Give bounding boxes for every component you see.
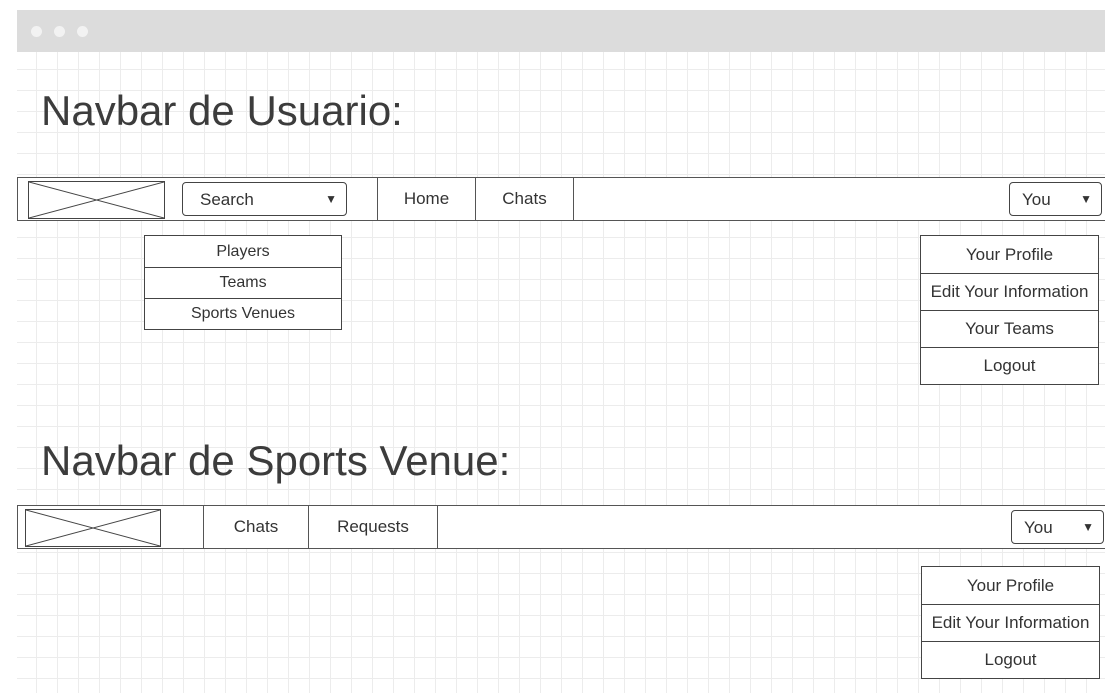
- nav-item-chats[interactable]: Chats: [475, 178, 574, 220]
- caret-down-icon: ▼: [1080, 192, 1092, 206]
- caret-down-icon: ▼: [1082, 520, 1094, 534]
- user-navbar: Search ▼ Home Chats You ▼: [17, 177, 1105, 221]
- menu-item-your-teams[interactable]: Your Teams: [921, 310, 1098, 347]
- window-dot-icon[interactable]: [31, 26, 42, 37]
- menu-item-sports-venues[interactable]: Sports Venues: [145, 298, 341, 329]
- search-menu: Players Teams Sports Venues: [144, 235, 342, 330]
- you-dropdown-label: You: [1024, 518, 1053, 537]
- you-dropdown[interactable]: You ▼: [1009, 182, 1102, 216]
- menu-item-teams[interactable]: Teams: [145, 267, 341, 298]
- menu-item-logout[interactable]: Logout: [921, 347, 1098, 384]
- you-menu: Your Profile Edit Your Information Your …: [920, 235, 1099, 385]
- window-dot-icon[interactable]: [77, 26, 88, 37]
- window-dot-icon[interactable]: [54, 26, 65, 37]
- search-dropdown[interactable]: Search ▼: [182, 182, 347, 216]
- caret-down-icon: ▼: [325, 192, 337, 206]
- search-dropdown-label: Search: [200, 190, 254, 209]
- user-navbar-heading: Navbar de Usuario:: [41, 87, 403, 134]
- venue-navbar: Chats Requests You ▼: [17, 505, 1105, 549]
- logo-placeholder-icon[interactable]: [25, 509, 161, 547]
- menu-item-edit-your-information[interactable]: Edit Your Information: [922, 604, 1099, 641]
- menu-item-your-profile[interactable]: Your Profile: [922, 567, 1099, 604]
- venue-navbar-heading: Navbar de Sports Venue:: [41, 437, 511, 484]
- menu-item-edit-your-information[interactable]: Edit Your Information: [921, 273, 1098, 310]
- nav-item-chats[interactable]: Chats: [203, 506, 308, 548]
- browser-window: Navbar de Usuario: Search ▼ Home Chats Y…: [17, 10, 1105, 693]
- menu-item-logout[interactable]: Logout: [922, 641, 1099, 678]
- logo-placeholder-icon[interactable]: [28, 181, 165, 219]
- window-titlebar: [17, 10, 1105, 52]
- menu-item-your-profile[interactable]: Your Profile: [921, 236, 1098, 273]
- you-dropdown-label: You: [1022, 190, 1051, 209]
- you-dropdown[interactable]: You ▼: [1011, 510, 1104, 544]
- venue-you-menu: Your Profile Edit Your Information Logou…: [921, 566, 1100, 679]
- nav-item-home[interactable]: Home: [377, 178, 475, 220]
- menu-item-players[interactable]: Players: [145, 236, 341, 267]
- nav-item-requests[interactable]: Requests: [308, 506, 438, 548]
